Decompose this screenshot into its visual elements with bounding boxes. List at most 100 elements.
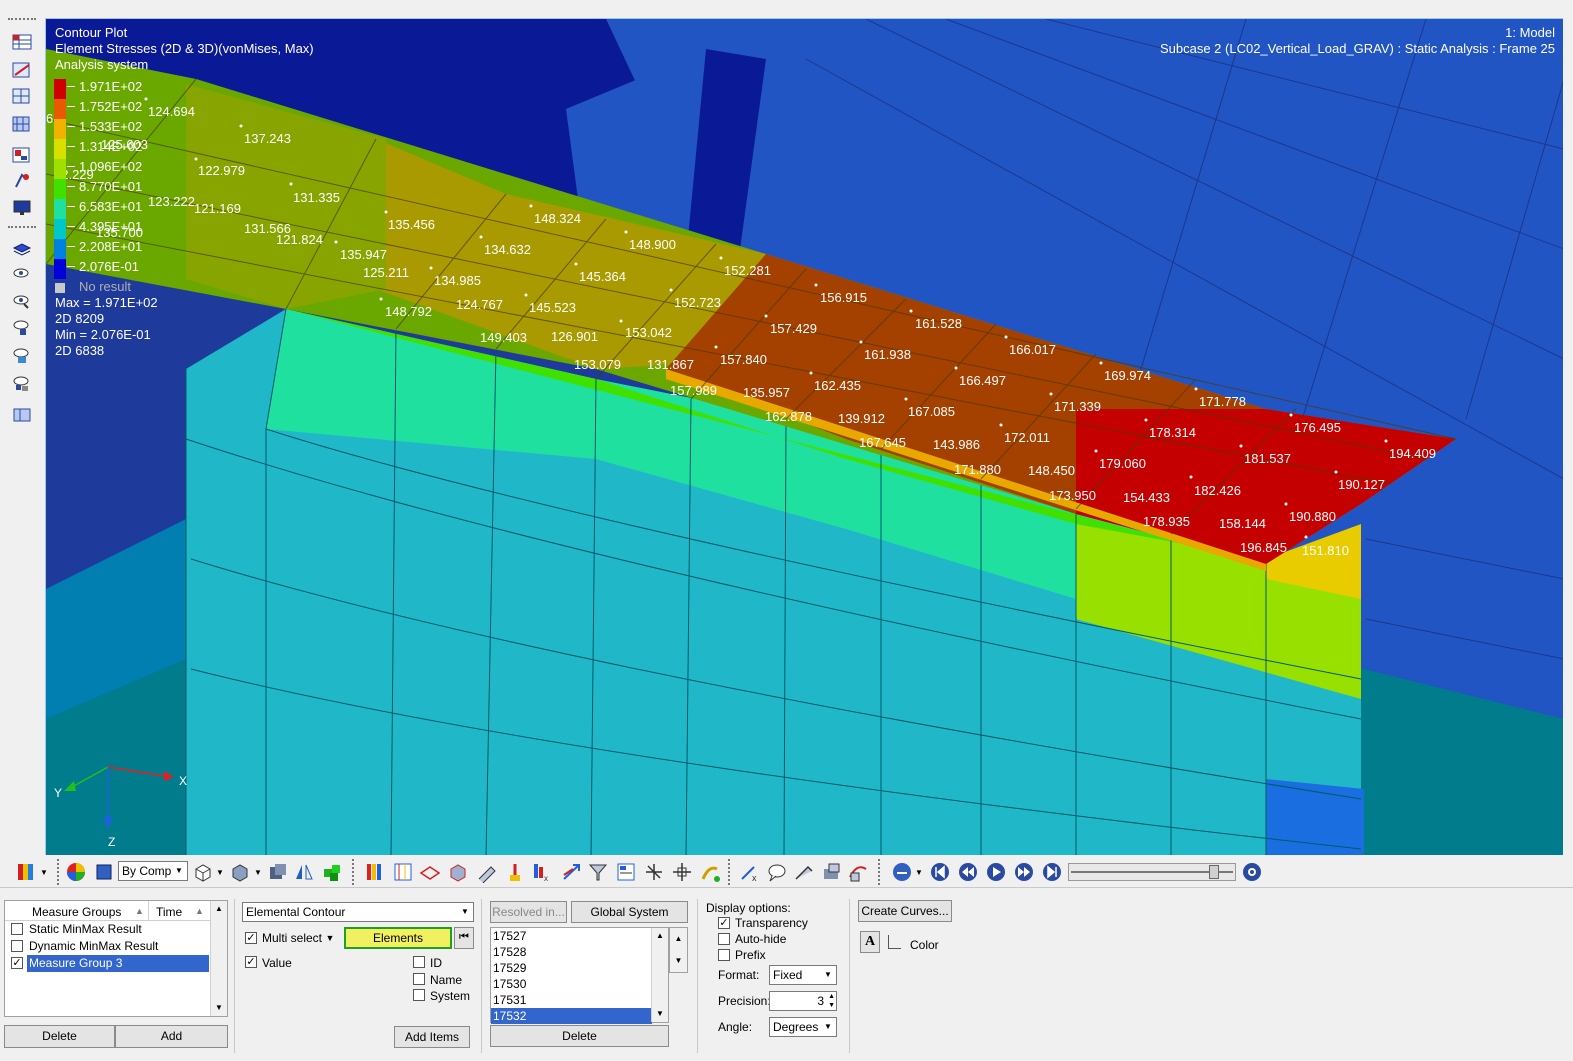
show-icon[interactable] bbox=[11, 264, 33, 284]
add-group-button[interactable]: Add bbox=[115, 1025, 228, 1048]
derived-results-icon[interactable]: x bbox=[738, 860, 762, 884]
font-button[interactable]: A bbox=[860, 931, 880, 953]
legend-icon[interactable] bbox=[362, 860, 386, 884]
move-up-icon[interactable]: ▲ bbox=[670, 928, 687, 950]
stepper-arrows-icon[interactable]: ▲ ▼ bbox=[828, 992, 835, 1010]
tracking-icon[interactable] bbox=[698, 860, 722, 884]
contour-icon[interactable] bbox=[14, 860, 40, 884]
tracing-icon[interactable] bbox=[503, 860, 527, 884]
query-icon[interactable] bbox=[642, 860, 666, 884]
color-swatch[interactable] bbox=[888, 935, 901, 949]
iso-value-icon[interactable] bbox=[392, 860, 414, 884]
reverse-display-icon[interactable] bbox=[11, 374, 33, 394]
graphics-viewport[interactable]: 124.694 137.243 122.979 131.335 123.222 … bbox=[45, 18, 1563, 855]
show-selected-icon[interactable] bbox=[11, 292, 33, 312]
shaded-mesh-icon[interactable] bbox=[229, 860, 251, 884]
chevron-down-icon[interactable]: ▼ bbox=[40, 860, 48, 884]
curve-chart-icon[interactable]: x bbox=[530, 860, 556, 884]
name-checkbox[interactable] bbox=[413, 973, 425, 985]
tensor-plot-icon[interactable] bbox=[11, 114, 33, 134]
vertical-scrollbar[interactable]: ▲ ▼ bbox=[651, 928, 668, 1022]
measure-group-checkbox[interactable] bbox=[11, 940, 23, 952]
delete-group-button[interactable]: Delete bbox=[4, 1025, 115, 1048]
color-wheel-icon[interactable] bbox=[64, 860, 88, 884]
create-curves-button[interactable]: Create Curves... bbox=[858, 900, 952, 922]
scroll-up-icon[interactable]: ▲ bbox=[211, 901, 227, 917]
element-id-list[interactable]: 17527 17528 17529 17530 17531 17532 ▲ ▼ bbox=[490, 927, 669, 1024]
features-icon[interactable] bbox=[267, 860, 289, 884]
settings-gear-icon[interactable] bbox=[1240, 860, 1264, 884]
exploded-view-icon[interactable] bbox=[446, 860, 470, 884]
scroll-down-icon[interactable]: ▼ bbox=[211, 1000, 227, 1016]
element-id-item[interactable]: 17532 bbox=[491, 1008, 652, 1024]
auto-hide-checkbox[interactable] bbox=[718, 933, 730, 945]
last-frame-icon[interactable] bbox=[1040, 860, 1064, 884]
tracing-icon[interactable] bbox=[11, 170, 33, 190]
mirror-icon[interactable] bbox=[293, 860, 315, 884]
color-mode-select[interactable]: By Comp ▼ bbox=[118, 861, 188, 881]
measure-group-checkbox[interactable]: ✓ bbox=[11, 957, 23, 969]
reset-selection-icon[interactable]: ⏮ bbox=[454, 927, 474, 949]
id-checkbox[interactable] bbox=[413, 956, 425, 968]
measure-group-item[interactable]: Dynamic MinMax Result bbox=[5, 938, 211, 955]
previous-frame-icon[interactable] bbox=[956, 860, 980, 884]
elements-selector-button[interactable]: Elements bbox=[344, 927, 452, 949]
hotspot-icon[interactable] bbox=[846, 860, 870, 884]
components-icon[interactable] bbox=[320, 860, 344, 884]
angle-select[interactable]: Degrees ▼ bbox=[769, 1017, 837, 1037]
play-icon[interactable] bbox=[984, 860, 1008, 884]
section-cut-icon[interactable] bbox=[418, 860, 442, 884]
scroll-up-icon[interactable]: ▲ bbox=[652, 928, 668, 944]
animation-mode-icon[interactable] bbox=[890, 860, 914, 884]
measure-icon[interactable] bbox=[475, 860, 499, 884]
first-frame-icon[interactable] bbox=[928, 860, 952, 884]
measure-group-checkbox[interactable] bbox=[11, 923, 23, 935]
frame-slider[interactable] bbox=[1068, 863, 1236, 881]
layers-icon[interactable] bbox=[11, 238, 33, 258]
component-color-icon[interactable] bbox=[92, 860, 116, 884]
vertical-scrollbar[interactable]: ▲ ▼ bbox=[210, 901, 227, 1016]
hide-icon[interactable] bbox=[11, 346, 33, 366]
notes-icon[interactable] bbox=[765, 860, 789, 884]
note-icon[interactable] bbox=[614, 860, 638, 884]
measure-type-select[interactable]: Elemental Contour ▼ bbox=[242, 902, 474, 922]
measure-group-item[interactable]: Static MinMax Result bbox=[5, 921, 211, 938]
results-browser-icon[interactable] bbox=[820, 860, 844, 884]
element-id-item[interactable]: 17529 bbox=[491, 960, 652, 976]
entity-selector-icon[interactable] bbox=[11, 404, 33, 424]
global-system-button[interactable]: Global System bbox=[571, 901, 688, 923]
monitor-icon[interactable] bbox=[11, 198, 33, 218]
filter-icon[interactable] bbox=[586, 860, 610, 884]
transform-icon[interactable] bbox=[670, 860, 694, 884]
element-id-item[interactable]: 17527 bbox=[491, 928, 652, 944]
precision-stepper[interactable]: 3 ▲ ▼ bbox=[769, 991, 837, 1011]
next-frame-icon[interactable] bbox=[1012, 860, 1036, 884]
deformed-shape-icon[interactable] bbox=[11, 60, 33, 80]
system-checkbox[interactable] bbox=[413, 989, 425, 1001]
measure-groups-column-header[interactable]: Measure Groups bbox=[32, 905, 121, 919]
element-id-item[interactable]: 17530 bbox=[491, 976, 652, 992]
slider-thumb[interactable] bbox=[1209, 865, 1219, 879]
measure-groups-list[interactable]: Measure Groups ▲ Time ▲ Static MinMax Re… bbox=[4, 900, 228, 1017]
vector-plot-icon[interactable] bbox=[11, 86, 33, 106]
contour-table-icon[interactable] bbox=[11, 32, 33, 52]
measure-tool-icon[interactable] bbox=[792, 860, 816, 884]
vector-icon[interactable] bbox=[560, 860, 584, 884]
format-select[interactable]: Fixed ▼ bbox=[769, 965, 837, 985]
chevron-down-icon[interactable]: ▼ bbox=[915, 860, 923, 884]
chevron-down-icon[interactable]: ▼ bbox=[254, 860, 262, 884]
element-id-item[interactable]: 17531 bbox=[491, 992, 652, 1008]
add-items-button[interactable]: Add Items bbox=[394, 1026, 470, 1048]
delete-ids-button[interactable]: Delete bbox=[490, 1025, 669, 1047]
list-spinner[interactable]: ▲ ▼ bbox=[669, 927, 688, 973]
measure-group-item[interactable]: ✓ Measure Group 3 bbox=[5, 955, 211, 972]
isolate-icon[interactable] bbox=[11, 318, 33, 338]
value-checkbox[interactable]: ✓ bbox=[245, 956, 257, 968]
prefix-checkbox[interactable] bbox=[718, 949, 730, 961]
chevron-down-icon[interactable]: ▼ bbox=[320, 928, 340, 948]
move-down-icon[interactable]: ▼ bbox=[670, 950, 687, 972]
chevron-down-icon[interactable]: ▼ bbox=[216, 860, 224, 884]
multi-select-checkbox[interactable]: ✓ bbox=[245, 932, 257, 944]
wireframe-icon[interactable] bbox=[192, 860, 214, 884]
scroll-down-icon[interactable]: ▼ bbox=[652, 1006, 668, 1022]
